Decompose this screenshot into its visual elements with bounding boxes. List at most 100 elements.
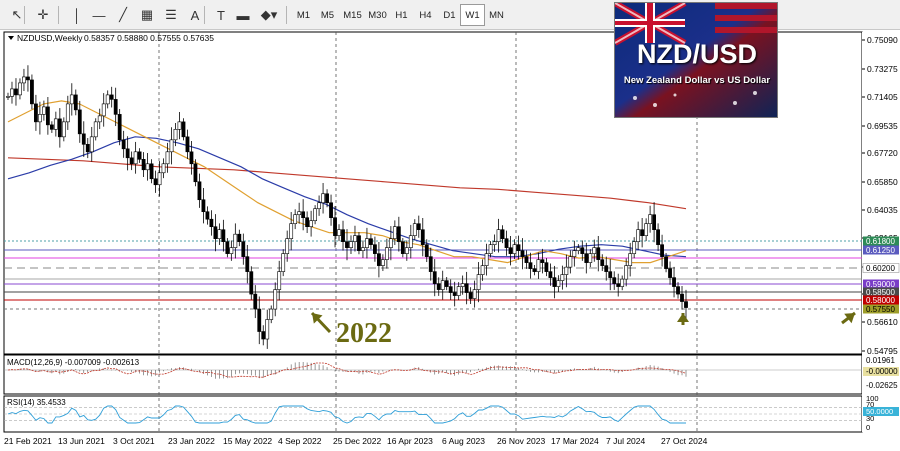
candle-body	[289, 223, 294, 239]
candle-body	[165, 151, 170, 165]
crosshair-icon[interactable]: ✛	[32, 4, 54, 26]
channel-icon[interactable]: ▦	[136, 4, 158, 26]
candle-body	[640, 229, 645, 236]
candle-body	[396, 226, 401, 242]
text-icon[interactable]: A	[184, 4, 206, 26]
trendline-icon[interactable]: ╱	[112, 4, 134, 26]
candle-body	[145, 163, 150, 171]
timeframe-mn-button[interactable]: MN	[484, 4, 509, 26]
candle-body	[209, 218, 214, 227]
candle-body	[400, 241, 405, 254]
candle-body	[297, 211, 302, 216]
candle-body	[448, 286, 453, 293]
price-axis-label: 0.54795	[867, 346, 898, 356]
chart-symbol: NZDUSD,Weekly	[17, 33, 83, 43]
price-level-label: 0.60200	[866, 264, 895, 273]
candle-body	[125, 148, 130, 159]
timeframe-h4-button[interactable]: H4	[413, 4, 438, 26]
time-axis-label: 3 Oct 2021	[113, 436, 155, 446]
candle-body	[380, 259, 385, 266]
candle-body	[532, 268, 537, 272]
candle-body	[293, 214, 298, 225]
candle-body	[624, 265, 629, 280]
time-axis-label: 23 Jan 2022	[168, 436, 215, 446]
macd-axis-label: 0.01961	[866, 356, 895, 365]
time-axis-label: 7 Jul 2024	[606, 436, 645, 446]
candle-body	[472, 289, 477, 299]
candle-body	[113, 99, 118, 115]
candle-body	[600, 259, 605, 266]
horizontal-line-icon[interactable]: —	[88, 4, 110, 26]
candle-body	[504, 238, 509, 248]
candle-body	[512, 244, 517, 254]
shapes-icon[interactable]: ◆▾	[258, 4, 280, 26]
time-axis-label: 6 Aug 2023	[442, 436, 485, 446]
candle-body	[129, 157, 134, 165]
time-axis-label: 27 Oct 2024	[661, 436, 708, 446]
price-axis-label: 0.56610	[867, 317, 898, 327]
candle-body	[221, 229, 226, 242]
price-level-label: 0.61250	[866, 246, 895, 255]
candle-body	[97, 115, 102, 123]
candle-body	[560, 274, 565, 281]
candle-body	[500, 229, 505, 239]
candle-body	[185, 136, 190, 153]
candle-body	[424, 244, 429, 257]
timeframe-m1-button[interactable]: M1	[291, 4, 316, 26]
candle-body	[444, 280, 449, 287]
candle-body	[253, 293, 258, 310]
timeframe-m30-button[interactable]: M30	[365, 4, 390, 26]
candle-body	[460, 283, 465, 287]
candle-body	[14, 88, 18, 96]
macd-axis-label: -0.00000	[866, 367, 898, 376]
candle-body	[189, 151, 194, 165]
fibonacci-icon[interactable]: ☰	[160, 4, 182, 26]
candle-body	[588, 253, 593, 263]
rsi-label: RSI(14) 35.4533	[7, 398, 66, 407]
candle-body	[540, 259, 545, 263]
vertical-line-icon[interactable]: │	[66, 4, 88, 26]
candle-body	[65, 103, 70, 123]
candle-body	[337, 229, 341, 236]
candle-body	[153, 178, 158, 186]
toolbar-separator	[204, 6, 205, 24]
candle-body	[193, 163, 198, 183]
candle-body	[265, 319, 270, 340]
timeframe-d1-button[interactable]: D1	[437, 4, 462, 26]
candle-body	[177, 121, 182, 130]
candle-body	[341, 229, 345, 242]
timeframe-w1-button[interactable]: W1	[460, 4, 485, 26]
price-level-label: 0.61800	[866, 237, 895, 246]
candle-body	[241, 241, 246, 257]
time-axis-label: 17 Mar 2024	[551, 436, 599, 446]
candle-body	[61, 121, 66, 138]
candle-body	[109, 94, 114, 100]
candle-body	[488, 244, 493, 254]
candle-body	[53, 118, 58, 130]
candle-body	[392, 226, 397, 239]
rectangle-icon[interactable]: ▬	[232, 4, 254, 26]
candle-body	[412, 223, 417, 236]
candle-body	[133, 151, 138, 165]
candle-body	[149, 163, 154, 180]
time-axis-label: 26 Nov 2023	[497, 436, 545, 446]
candle-body	[656, 229, 660, 245]
annotation-2022: 2022	[336, 318, 392, 349]
candle-body	[245, 256, 250, 272]
candle-body	[672, 277, 676, 287]
candle-body	[369, 238, 373, 245]
label-icon[interactable]: T	[210, 4, 232, 26]
timeframe-m15-button[interactable]: M15	[340, 4, 365, 26]
price-axis-label: 0.71405	[867, 92, 898, 102]
candle-body	[552, 277, 557, 287]
candle-body	[261, 331, 266, 340]
timeframe-h1-button[interactable]: H1	[389, 4, 414, 26]
candle-body	[516, 244, 521, 251]
candle-body	[620, 278, 625, 287]
timeframe-m5-button[interactable]: M5	[315, 4, 340, 26]
candle-body	[440, 280, 445, 290]
time-axis-label: 25 Dec 2022	[333, 436, 381, 446]
macd-label: MACD(12,26,9) -0.007009 -0.002613	[7, 358, 140, 367]
candle-body	[664, 256, 668, 269]
candle-body	[404, 247, 409, 254]
